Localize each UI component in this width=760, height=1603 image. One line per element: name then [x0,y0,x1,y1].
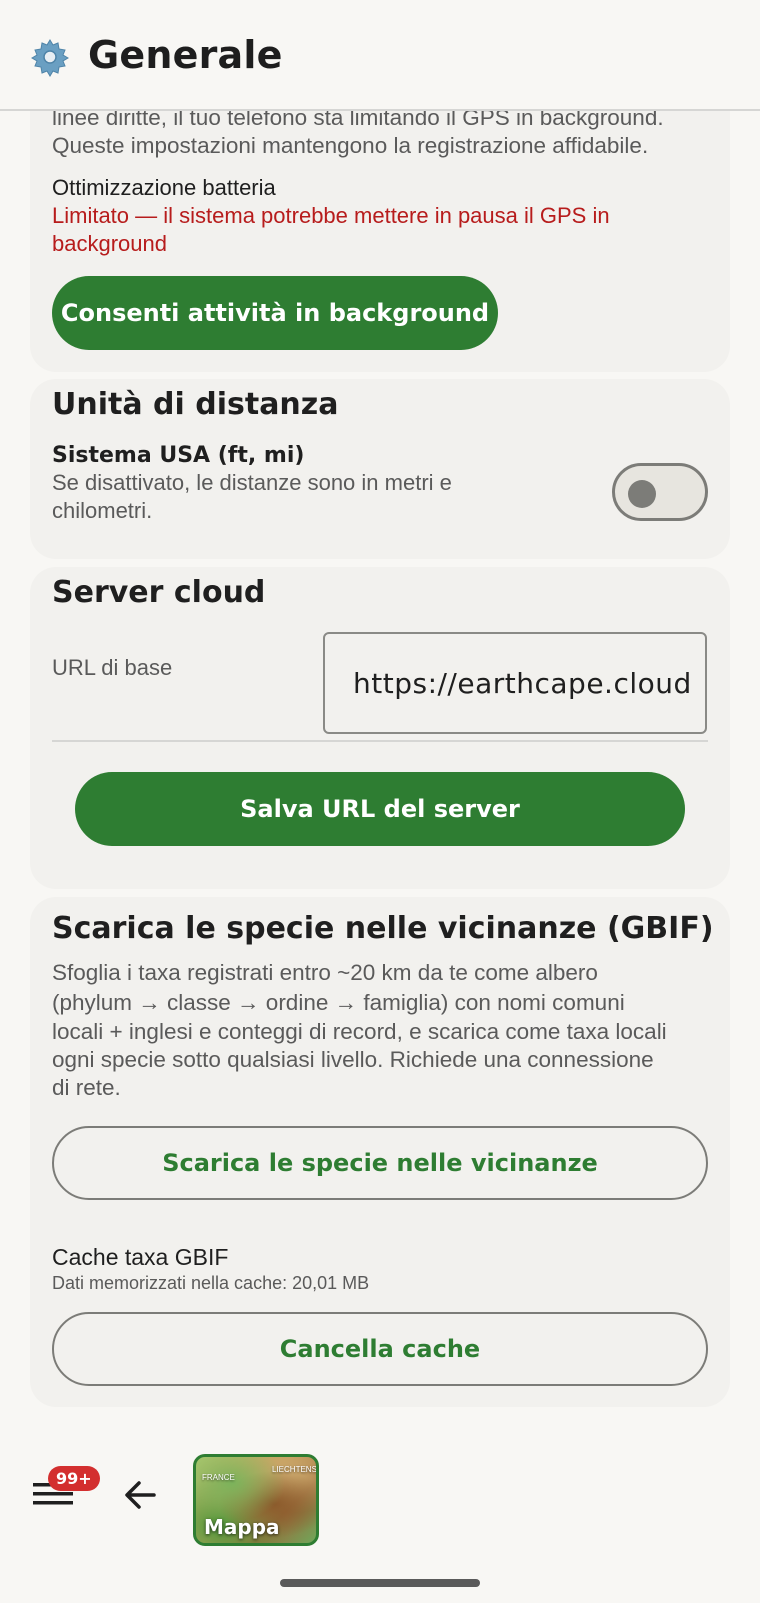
download-nearby-species-button[interactable]: Scarica le specie nelle vicinanze [52,1126,708,1200]
notification-badge: 99+ [48,1466,100,1491]
us-system-label: Sistema USA (ft, mi) [52,443,305,468]
base-url-label: URL di base [52,655,173,680]
battery-status-line-1: Limitato — il sistema potrebbe mettere i… [52,203,610,228]
allow-background-button[interactable]: Consenti attività in background [52,276,498,350]
us-system-desc-line-2: chilometri. [52,498,153,523]
clear-cache-button[interactable]: Cancella cache [52,1312,708,1386]
toggle-knob [628,480,656,508]
us-system-desc-line-1: Se disattivato, le distanze sono in metr… [52,470,452,495]
gbif-desc-line-2: (phylum → classe → ordine → famiglia) co… [52,990,625,1015]
us-system-toggle[interactable] [612,463,708,521]
gbif-card: Scarica le specie nelle vicinanze (GBIF)… [30,897,730,1407]
map-button[interactable]: FRANCE LIECHTENS Mappa [193,1454,319,1546]
cloud-server-card: Server cloud URL di base https://earthca… [30,567,730,889]
gbif-title: Scarica le specie nelle vicinanze (GBIF) [52,911,714,946]
gbif-desc-line-4: ogni specie sotto qualsiasi livello. Ric… [52,1047,654,1072]
gbif-cache-info: Dati memorizzati nella cache: 20,01 MB [52,1273,370,1293]
distance-units-card: Unità di distanza Sistema USA (ft, mi) S… [30,379,730,559]
gbif-desc-line-1: Sfoglia i taxa registrati entro ~20 km d… [52,960,598,985]
page-title: Generale [88,32,283,77]
save-server-url-button[interactable]: Salva URL del server [75,772,685,846]
map-button-label: Mappa [204,1515,280,1539]
url-divider [52,740,708,742]
base-url-input[interactable]: https://earthcape.cloud [323,632,707,734]
distance-units-title: Unità di distanza [52,387,339,422]
home-indicator[interactable] [280,1579,480,1587]
battery-optimization-label: Ottimizzazione batteria [52,175,276,200]
gbif-desc-line-3: locali + inglesi e conteggi di record, e… [52,1019,667,1044]
arrow-back-icon [125,1481,156,1509]
gbif-cache-title: Cache taxa GBIF [52,1244,229,1270]
bottom-navigation: 99+ FRANCE LIECHTENS Mappa [0,1440,760,1560]
gear-icon [31,38,69,77]
intro-text-line-2: Queste impostazioni mantengono la regist… [52,133,649,158]
map-label-france: FRANCE [202,1473,235,1482]
gbif-desc-line-5: di rete. [52,1075,121,1100]
top-app-bar: Generale [0,0,760,111]
cloud-server-title: Server cloud [52,575,266,610]
back-button[interactable] [118,1472,164,1518]
battery-status-line-2: background [52,231,167,256]
map-label-liechtenstein: LIECHTENS [272,1465,317,1474]
